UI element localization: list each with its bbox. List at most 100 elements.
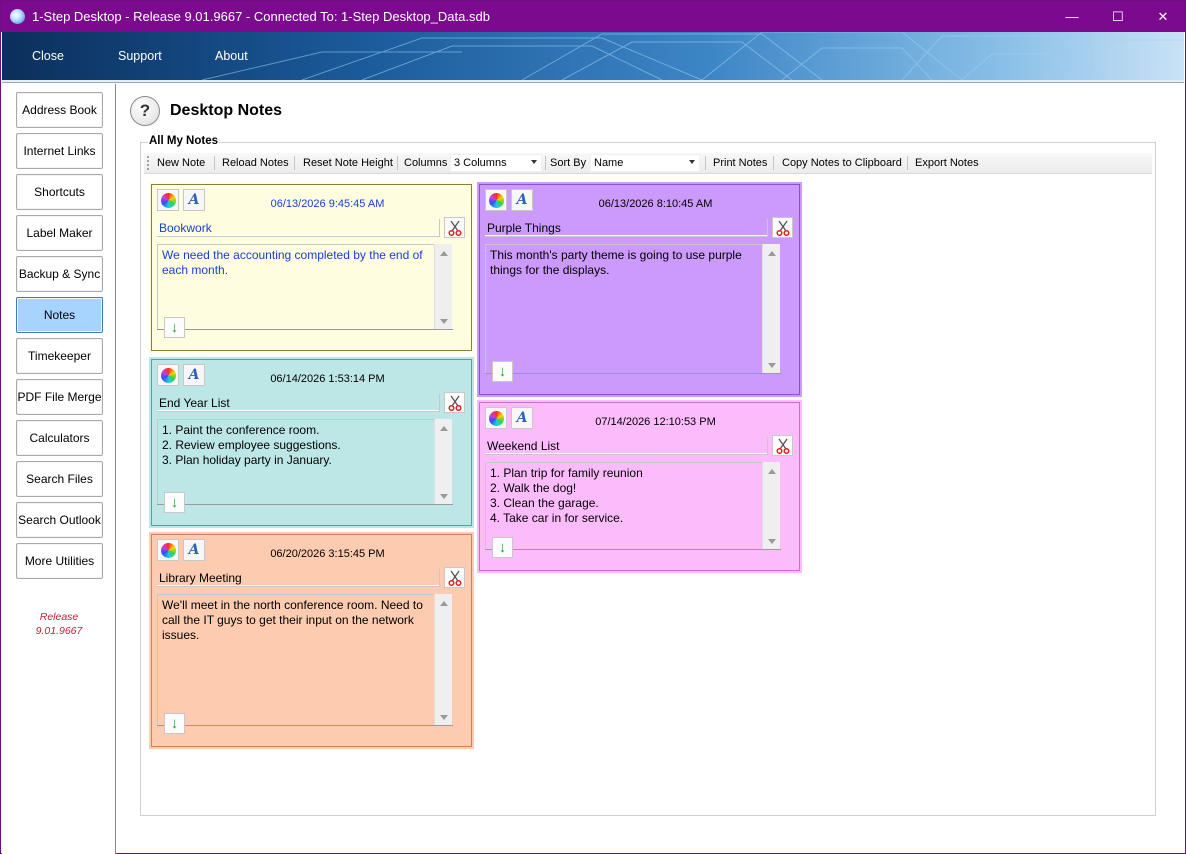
new-note-button[interactable]: New Note xyxy=(157,157,205,169)
sidebar-item-shortcuts[interactable]: Shortcuts xyxy=(16,174,103,210)
color-picker-button[interactable] xyxy=(485,189,507,211)
arrow-down-icon: ↓ xyxy=(170,494,179,511)
columns-select[interactable]: 3 Columns xyxy=(450,154,542,172)
note-scrollbar[interactable] xyxy=(434,419,452,505)
sidebar-item-search-files[interactable]: Search Files xyxy=(16,461,103,497)
note-resize-line xyxy=(157,329,453,330)
chevron-down-icon xyxy=(531,160,537,164)
note-title[interactable]: End Year List xyxy=(157,394,440,412)
note-title[interactable]: Purple Things xyxy=(485,219,768,237)
expand-note-button[interactable]: ↓ xyxy=(492,361,513,382)
sidebar-item-label-maker[interactable]: Label Maker xyxy=(16,215,103,251)
scroll-down-icon[interactable] xyxy=(440,715,448,720)
scroll-down-icon[interactable] xyxy=(440,319,448,324)
scroll-down-icon[interactable] xyxy=(440,494,448,499)
font-picker-button[interactable]: A xyxy=(183,364,205,386)
delete-note-button[interactable] xyxy=(444,567,465,588)
sidebar-item-pdf-file-merge[interactable]: PDF File Merge xyxy=(16,379,103,415)
scissors-icon xyxy=(447,220,462,236)
reload-notes-button[interactable]: Reload Notes xyxy=(222,157,289,169)
font-picker-button[interactable]: A xyxy=(183,539,205,561)
sidebar-item-timekeeper[interactable]: Timekeeper xyxy=(16,338,103,374)
font-picker-button[interactable]: A xyxy=(511,407,533,429)
scroll-down-icon[interactable] xyxy=(768,363,776,368)
sidebar-item-notes[interactable]: Notes xyxy=(16,297,103,333)
note-date: 06/13/2026 8:10:45 AM xyxy=(598,198,713,210)
sidebar-item-more-utilities[interactable]: More Utilities xyxy=(16,543,103,579)
sidebar-item-calculators[interactable]: Calculators xyxy=(16,420,103,456)
reset-note-height-button[interactable]: Reset Note Height xyxy=(303,157,393,169)
note-resize-line xyxy=(485,549,781,550)
note-body[interactable]: This month's party theme is going to use… xyxy=(485,244,762,374)
scroll-up-icon[interactable] xyxy=(768,251,776,256)
toolbar-grip[interactable] xyxy=(147,156,149,170)
toolbar-separator xyxy=(907,156,908,170)
copy-notes-button[interactable]: Copy Notes to Clipboard xyxy=(782,157,902,169)
note-body[interactable]: 1. Paint the conference room. 2. Review … xyxy=(157,419,434,505)
scroll-up-icon[interactable] xyxy=(768,469,776,474)
close-window-button[interactable]: ✕ xyxy=(1140,1,1186,32)
scissors-icon xyxy=(775,220,790,236)
note-body[interactable]: We'll meet in the north conference room.… xyxy=(157,594,434,726)
export-notes-button[interactable]: Export Notes xyxy=(915,157,979,169)
color-picker-button[interactable] xyxy=(157,539,179,561)
note-scrollbar[interactable] xyxy=(762,462,780,550)
toolbar-separator xyxy=(294,156,295,170)
note-title[interactable]: Bookwork xyxy=(157,219,440,237)
font-icon: A xyxy=(188,367,200,383)
note-card: A 06/13/2026 9:45:45 AM Bookwork We need… xyxy=(149,182,474,353)
release-number: 9.01.9667 xyxy=(35,625,83,637)
delete-note-button[interactable] xyxy=(444,392,465,413)
expand-note-button[interactable]: ↓ xyxy=(164,492,185,513)
note-body[interactable]: We need the accounting completed by the … xyxy=(157,244,434,330)
color-picker-button[interactable] xyxy=(485,407,507,429)
sidebar-item-backup-sync[interactable]: Backup & Sync xyxy=(16,256,103,292)
sort-by-select-value: Name xyxy=(594,157,624,169)
scroll-down-icon[interactable] xyxy=(768,539,776,544)
note-date: 06/13/2026 9:45:45 AM xyxy=(270,198,385,210)
note-title[interactable]: Library Meeting xyxy=(157,569,440,587)
font-icon: A xyxy=(516,192,528,208)
scroll-up-icon[interactable] xyxy=(440,251,448,256)
delete-note-button[interactable] xyxy=(772,435,793,456)
app-icon xyxy=(10,9,25,24)
color-picker-button[interactable] xyxy=(157,189,179,211)
print-notes-button[interactable]: Print Notes xyxy=(713,157,767,169)
sort-by-select[interactable]: Name xyxy=(590,154,700,172)
sidebar-item-internet-links[interactable]: Internet Links xyxy=(16,133,103,169)
sidebar-item-search-outlook[interactable]: Search Outlook xyxy=(16,502,103,538)
scissors-icon xyxy=(447,395,462,411)
note-resize-line xyxy=(485,373,781,374)
expand-note-button[interactable]: ↓ xyxy=(492,537,513,558)
scroll-up-icon[interactable] xyxy=(440,601,448,606)
scissors-icon xyxy=(775,438,790,454)
minimize-button[interactable]: — xyxy=(1049,1,1095,32)
sidebar: Address Book Internet Links Shortcuts La… xyxy=(2,84,116,854)
delete-note-button[interactable] xyxy=(772,217,793,238)
menu-close[interactable]: Close xyxy=(32,49,64,63)
note-scrollbar[interactable] xyxy=(762,244,780,374)
arrow-down-icon: ↓ xyxy=(170,715,179,732)
scroll-up-icon[interactable] xyxy=(440,426,448,431)
font-picker-button[interactable]: A xyxy=(511,189,533,211)
color-wheel-icon xyxy=(160,192,176,208)
arrow-down-icon: ↓ xyxy=(498,539,507,556)
scissors-icon xyxy=(447,570,462,586)
note-title[interactable]: Weekend List xyxy=(485,437,768,455)
note-scrollbar[interactable] xyxy=(434,244,452,330)
note-scrollbar[interactable] xyxy=(434,594,452,726)
expand-note-button[interactable]: ↓ xyxy=(164,713,185,734)
menu-about[interactable]: About xyxy=(215,49,248,63)
expand-note-button[interactable]: ↓ xyxy=(164,317,185,338)
help-icon[interactable]: ? xyxy=(130,96,160,126)
color-wheel-icon xyxy=(488,192,504,208)
menu-support[interactable]: Support xyxy=(118,49,162,63)
color-picker-button[interactable] xyxy=(157,364,179,386)
delete-note-button[interactable] xyxy=(444,217,465,238)
maximize-button[interactable]: ☐ xyxy=(1095,1,1141,32)
banner-divider xyxy=(2,80,1184,83)
note-body[interactable]: 1. Plan trip for family reunion 2. Walk … xyxy=(485,462,762,550)
release-version: Release 9.01.9667 xyxy=(2,610,116,638)
sidebar-item-address-book[interactable]: Address Book xyxy=(16,92,103,128)
font-picker-button[interactable]: A xyxy=(183,189,205,211)
